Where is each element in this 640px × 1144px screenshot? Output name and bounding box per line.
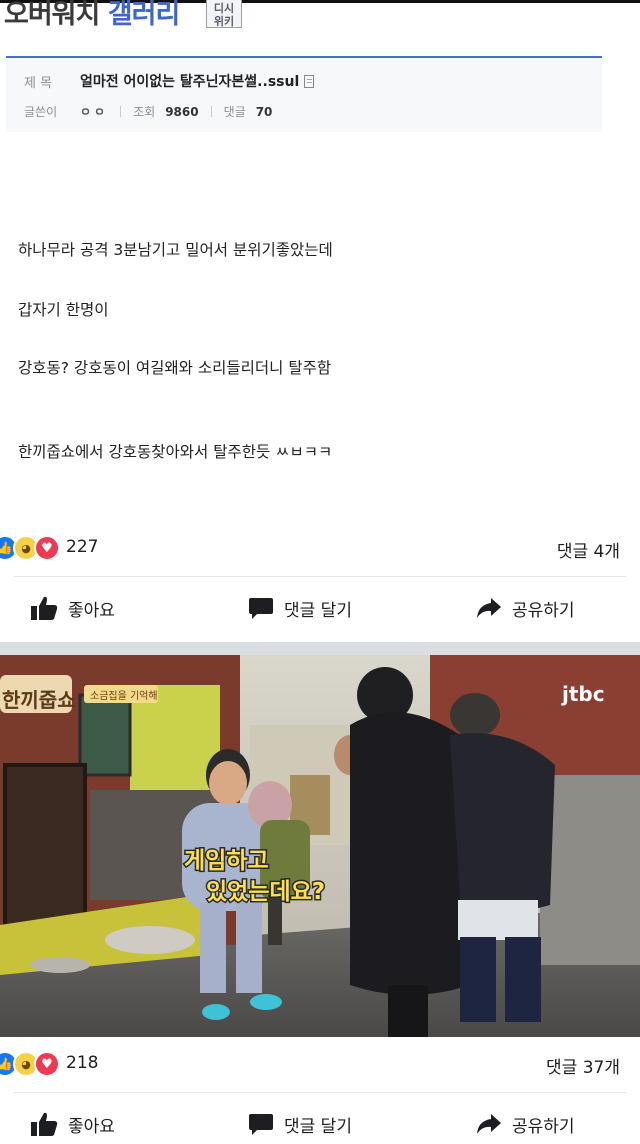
show-banner: 소금집을 기억해 — [90, 689, 158, 702]
separator — [210, 106, 212, 117]
divider — [14, 1092, 626, 1093]
comment-count-link[interactable]: 댓글 4개 — [557, 537, 620, 562]
post-info-row: 글쓴이 ㅇㅇ 조회 9860 댓글 70 — [24, 103, 272, 120]
comment-button[interactable]: 댓글 달기 — [248, 588, 352, 628]
love-icon: ♥ — [34, 1051, 60, 1077]
share-icon — [477, 598, 501, 618]
share-label: 공유하기 — [512, 1116, 575, 1137]
thumbs-up-icon — [31, 596, 58, 620]
share-button[interactable]: 공유하기 — [476, 1104, 575, 1144]
gallery-title-main: 오버워치 — [4, 0, 100, 30]
comment-label: 댓글 달기 — [284, 1116, 352, 1137]
comment-icon — [249, 598, 273, 619]
video-frame: jtbc 한끼줍쇼 소금집을 기억해 게임하고 있었는데요? — [0, 655, 640, 1037]
author-name[interactable]: ㅇㅇ — [80, 103, 108, 120]
comments-count: 70 — [255, 104, 273, 119]
comment-icon — [249, 1114, 273, 1135]
reaction-icons: 👍 ◕ ♥ — [0, 1051, 60, 1077]
share-button[interactable]: 공유하기 — [476, 588, 575, 628]
love-icon: ♥ — [34, 535, 60, 561]
title-label: 제 목 — [24, 75, 53, 91]
action-bar: 좋아요 댓글 달기 공유하기 — [0, 1104, 640, 1144]
channel-logo: jtbc — [561, 682, 605, 706]
separator — [120, 106, 122, 117]
show-logo: 한끼줍쇼 — [2, 688, 76, 712]
feed-separator — [0, 642, 640, 655]
document-icon — [304, 74, 315, 88]
caption-line1: 게임하고 — [184, 848, 269, 874]
reaction-count: 218 — [66, 1053, 99, 1073]
reaction-count: 227 — [66, 537, 99, 557]
divider — [14, 576, 626, 577]
share-icon — [477, 1114, 501, 1134]
gallery-title-accent: 갤러리 — [107, 0, 181, 30]
like-button[interactable]: 좋아요 — [30, 588, 115, 628]
comment-count-link[interactable]: 댓글 37개 — [546, 1053, 620, 1078]
comment-label: 댓글 달기 — [284, 600, 352, 621]
wiki-badge-line2: 위키 — [213, 15, 235, 28]
author-label: 글쓴이 — [24, 105, 58, 119]
post-title-row: 제 목 얼마전 어이없는 탈주닌자본썰..ssul — [24, 71, 315, 91]
post-meta: 제 목 얼마전 어이없는 탈주닌자본썰..ssul 글쓴이 ㅇㅇ 조회 9860… — [6, 58, 602, 132]
gallery-title[interactable]: 오버워치 갤러리 — [4, 0, 181, 31]
wiki-badge[interactable]: 디시 위키 — [206, 0, 242, 28]
views-count: 9860 — [165, 104, 199, 119]
share-label: 공유하기 — [512, 600, 575, 621]
action-bar: 좋아요 댓글 달기 공유하기 — [0, 588, 640, 628]
caption-line2: 있었는데요? — [206, 879, 325, 905]
reaction-icons: 👍 ◕ ♥ — [0, 535, 60, 561]
gallery-header: 오버워치 갤러리 디시 위키 — [0, 0, 640, 34]
views-label: 조회 — [133, 105, 156, 119]
post-title: 얼마전 어이없는 탈주닌자본썰..ssul — [80, 74, 300, 90]
like-label: 좋아요 — [68, 600, 115, 621]
post-body-line: 강호동? 강호동이 여길왜와 소리들리더니 탈주함 — [18, 359, 332, 377]
thumbs-up-icon — [31, 1112, 58, 1136]
post-body-line: 한끼줍쇼에서 강호동찾아와서 탈주한듯 ㅆㅂㅋㅋ — [18, 443, 333, 461]
post-body-line: 하나무라 공격 3분남기고 밀어서 분위기좋았는데 — [18, 241, 333, 259]
reaction-summary[interactable]: 👍 ◕ ♥ 218 댓글 37개 — [0, 1048, 640, 1078]
wiki-badge-line1: 디시 — [213, 2, 235, 15]
like-button[interactable]: 좋아요 — [30, 1104, 115, 1144]
comments-label: 댓글 — [223, 105, 246, 119]
comment-button[interactable]: 댓글 달기 — [248, 1104, 352, 1144]
video-thumbnail[interactable]: jtbc 한끼줍쇼 소금집을 기억해 게임하고 있었는데요? — [0, 655, 640, 1037]
post-body-line: 갑자기 한명이 — [18, 301, 109, 319]
like-label: 좋아요 — [68, 1116, 115, 1137]
reaction-summary[interactable]: 👍 ◕ ♥ 227 댓글 4개 — [0, 532, 640, 562]
